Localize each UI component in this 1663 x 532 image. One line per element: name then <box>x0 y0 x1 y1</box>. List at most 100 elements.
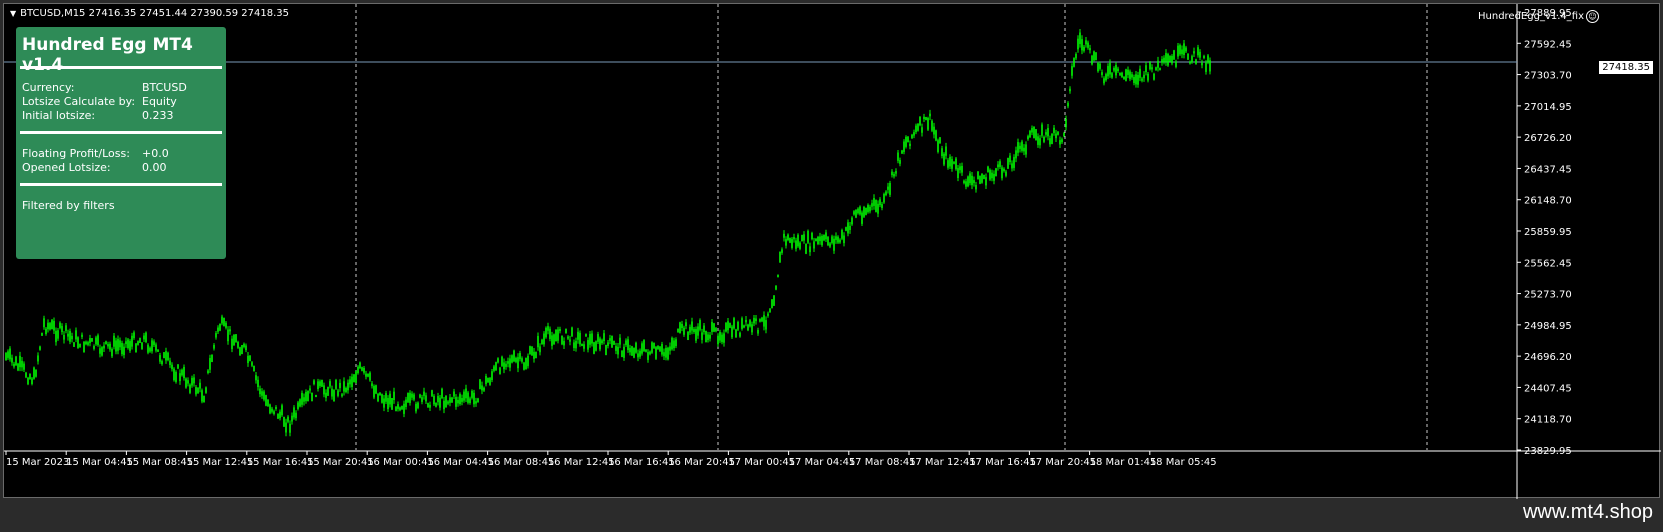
candle-body <box>399 407 401 411</box>
candle-body <box>995 168 997 177</box>
candle-body <box>141 342 143 350</box>
candle-body <box>1003 168 1005 172</box>
candle-body <box>899 160 901 164</box>
candle-body <box>1013 157 1015 168</box>
candle-body <box>285 422 287 433</box>
candle-body <box>825 232 827 240</box>
candle-body <box>619 337 621 345</box>
candle-body <box>251 362 253 366</box>
candle-body <box>331 388 333 397</box>
candle-body <box>23 363 25 370</box>
candle-body <box>1115 64 1117 76</box>
candle-body <box>905 136 907 147</box>
candle-body <box>757 329 759 334</box>
candle-body <box>265 395 267 406</box>
candle-body <box>837 236 839 243</box>
candle-body <box>957 168 959 179</box>
candle-body <box>599 338 601 350</box>
candle-body <box>1125 69 1127 81</box>
candle-body <box>461 398 463 402</box>
candle-body <box>989 169 991 180</box>
candle-body <box>1177 45 1179 57</box>
candle-body <box>1155 67 1157 71</box>
candle-body <box>909 143 911 147</box>
candle-body <box>545 327 547 338</box>
candle-body <box>731 326 733 338</box>
candle-body <box>645 349 647 352</box>
candle-body <box>947 160 949 168</box>
candle-body <box>391 397 393 410</box>
candle-body <box>197 387 199 394</box>
candle-body <box>541 339 543 344</box>
candle-body <box>503 362 505 370</box>
candle-body <box>419 394 421 398</box>
candle-body <box>455 397 457 407</box>
expert-advisor-label[interactable]: HundredEgg_v1.4_fix ☺ <box>1478 10 1599 23</box>
candle-body <box>1081 39 1083 51</box>
candle-body <box>535 351 537 359</box>
candle-body <box>269 404 271 414</box>
candle-body <box>929 113 931 117</box>
candle-body <box>33 367 35 379</box>
candle-body <box>537 336 539 348</box>
candle-body <box>1047 127 1049 137</box>
price-tick-label: 25562.45 <box>1524 258 1572 269</box>
candle-body <box>705 330 707 343</box>
candle-body <box>741 318 743 329</box>
candle-body <box>367 373 369 377</box>
time-tick-label: 15 Mar 16:45 <box>247 457 314 468</box>
candle-body <box>211 354 213 362</box>
candle-body <box>795 240 797 249</box>
candle-body <box>113 335 115 347</box>
candle-body <box>195 387 197 395</box>
time-tick-label: 18 Mar 05:45 <box>1150 457 1217 468</box>
candle-body <box>833 238 835 251</box>
price-chart[interactable]: 27889.9527592.4527303.7027014.9526726.20… <box>4 4 1661 499</box>
candle-body <box>41 332 43 336</box>
candle-body <box>1201 62 1203 66</box>
candle-body <box>943 153 945 165</box>
candle-body <box>213 345 215 349</box>
candle-body <box>831 236 833 243</box>
candle-body <box>639 350 641 357</box>
candle-body <box>955 158 957 170</box>
candle-body <box>175 371 177 382</box>
candle-body <box>127 339 129 349</box>
candle-body <box>635 342 637 353</box>
chart-window[interactable]: 27889.95 27592.45 27303.70 27014.95 26726.20… <box>3 3 1661 499</box>
candle-body <box>1119 73 1121 76</box>
candle-body <box>417 402 419 409</box>
candle-body <box>173 368 175 381</box>
candle-body <box>1025 144 1027 155</box>
candle-body <box>309 388 311 391</box>
candle-body <box>495 362 497 371</box>
price-tick-label: 24984.95 <box>1524 321 1572 332</box>
candle-body <box>513 350 515 362</box>
candle-body <box>809 246 811 253</box>
caret-down-icon[interactable]: ▼ <box>10 9 16 18</box>
candle-body <box>53 320 55 331</box>
candle-body <box>1193 51 1195 54</box>
candle-body <box>1023 147 1025 152</box>
candle-body <box>207 370 209 374</box>
candle-body <box>357 366 359 374</box>
candle-body <box>209 357 211 370</box>
candle-body <box>799 242 801 249</box>
status-row: Filtered by filters <box>22 199 115 212</box>
candle-body <box>245 345 247 351</box>
candle-body <box>699 320 701 330</box>
candle-body <box>761 317 763 322</box>
candle-body <box>1103 78 1105 84</box>
candle-body <box>553 334 555 345</box>
candle-body <box>449 397 451 403</box>
candle-body <box>1169 55 1171 62</box>
candle-body <box>75 330 77 340</box>
candle-body <box>467 392 469 403</box>
candle-body <box>43 318 45 328</box>
candle-body <box>785 239 787 246</box>
candle-body <box>797 234 799 247</box>
candle-body <box>603 333 605 342</box>
floating-pl-value: +0.0 <box>142 147 169 160</box>
ea-name: HundredEgg_v1.4_fix <box>1478 11 1584 22</box>
price-tick-label: 24696.20 <box>1524 352 1572 363</box>
